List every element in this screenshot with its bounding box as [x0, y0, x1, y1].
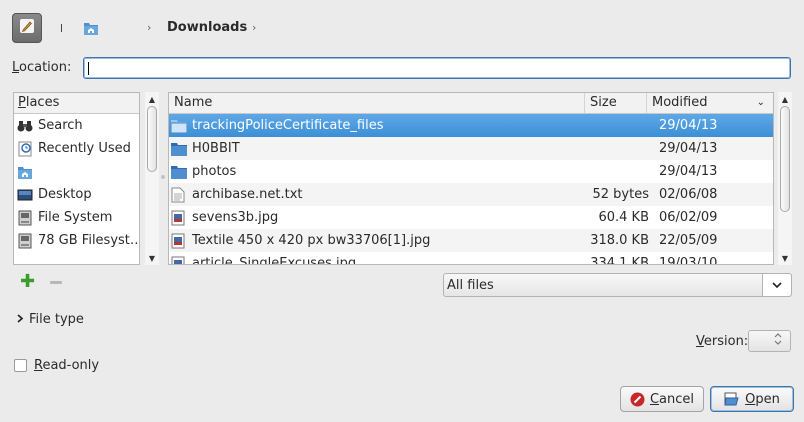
plus-icon: ✚	[20, 271, 36, 292]
pencil-icon	[18, 17, 36, 39]
binoculars-icon	[17, 118, 33, 134]
file-list-header: Name Size Modified ⌄	[169, 93, 773, 114]
place-item-home[interactable]	[14, 160, 139, 183]
place-item-search[interactable]: Search	[14, 114, 139, 137]
place-item-recently-used[interactable]: Recently Used	[14, 137, 139, 160]
home-folder-icon	[83, 23, 99, 40]
place-item-file-system[interactable]: File System	[14, 206, 139, 229]
folder-icon	[171, 141, 187, 157]
cancel-button[interactable]: Cancel	[620, 386, 704, 412]
scroll-up-arrow-icon[interactable]: ▲	[778, 92, 792, 106]
scroll-down-arrow-icon[interactable]: ▼	[145, 251, 159, 265]
file-row[interactable]: trackingPoliceCertificate_files 29/04/13	[169, 114, 773, 137]
drive-icon	[17, 210, 33, 226]
column-header-modified[interactable]: Modified ⌄	[647, 93, 773, 113]
chevron-down-icon[interactable]	[762, 274, 791, 296]
column-header-size[interactable]: Size	[585, 93, 647, 113]
file-row[interactable]: article_SingleExcuses.jpg 334.1 KB 19/03…	[169, 252, 773, 264]
location-label: Location:	[12, 60, 72, 75]
image-file-icon	[171, 210, 187, 226]
places-scrollbar[interactable]: ▲ ▼	[145, 92, 159, 265]
pane-splitter-handle[interactable]	[161, 175, 165, 179]
chevron-right-icon: ›	[147, 21, 152, 34]
image-file-icon	[171, 256, 187, 264]
chevron-right-icon	[17, 312, 24, 327]
sort-chevron-down-icon: ⌄	[756, 97, 765, 108]
open-button[interactable]: Open	[710, 386, 794, 412]
version-select[interactable]	[748, 330, 791, 352]
path-home-button[interactable]	[83, 20, 99, 40]
image-file-icon	[171, 233, 187, 249]
open-folder-icon	[724, 392, 740, 406]
desktop-icon	[17, 187, 33, 203]
location-input[interactable]	[83, 57, 791, 79]
scroll-up-arrow-icon[interactable]: ▲	[145, 92, 159, 106]
checkbox-box[interactable]	[14, 359, 27, 372]
edit-location-button[interactable]	[12, 13, 42, 43]
place-item-desktop[interactable]: Desktop	[14, 183, 139, 206]
home-folder-icon	[17, 164, 33, 180]
path-separator	[61, 24, 62, 32]
file-row[interactable]: archibase.net.txt 52 bytes 02/06/08	[169, 183, 773, 206]
place-item-78gb[interactable]: 78 GB Filesyst…	[14, 229, 139, 252]
path-current-folder[interactable]: Downloads	[167, 20, 247, 35]
folder-icon	[171, 118, 187, 134]
text-file-icon	[171, 187, 187, 203]
places-scroll-thumb[interactable]	[147, 106, 157, 172]
file-list-scroll-thumb[interactable]	[780, 106, 790, 212]
read-only-label: Read-only	[34, 358, 100, 373]
file-filter-select[interactable]: All files	[443, 273, 792, 297]
scroll-down-arrow-icon[interactable]: ▼	[778, 251, 792, 265]
file-row[interactable]: H0BBIT 29/04/13	[169, 137, 773, 160]
file-list-scrollbar[interactable]: ▲ ▼	[778, 92, 792, 265]
file-row[interactable]: sevens3b.jpg 60.4 KB 06/02/09	[169, 206, 773, 229]
up-down-chevron-icon	[774, 333, 782, 349]
chevron-right-icon: ›	[252, 21, 257, 34]
version-label: Version:	[696, 334, 749, 349]
places-list: Places Search Recently Used Desktop File…	[13, 92, 140, 265]
places-header[interactable]: Places	[14, 93, 139, 114]
read-only-checkbox[interactable]: Read-only	[14, 358, 99, 373]
add-bookmark-button[interactable]: ✚	[20, 271, 36, 292]
remove-bookmark-button[interactable]	[50, 281, 62, 284]
file-row[interactable]: Textile 450 x 420 px bw33706[1].jpg 318.…	[169, 229, 773, 252]
drive-icon	[17, 233, 33, 249]
cancel-icon	[630, 392, 645, 407]
file-list: Name Size Modified ⌄ trackingPoliceCerti…	[168, 92, 774, 265]
recent-clock-icon	[17, 141, 33, 157]
file-type-expander[interactable]: File type	[17, 312, 84, 327]
file-row[interactable]: photos 29/04/13	[169, 160, 773, 183]
folder-icon	[171, 164, 187, 180]
column-header-name[interactable]: Name	[169, 93, 585, 113]
